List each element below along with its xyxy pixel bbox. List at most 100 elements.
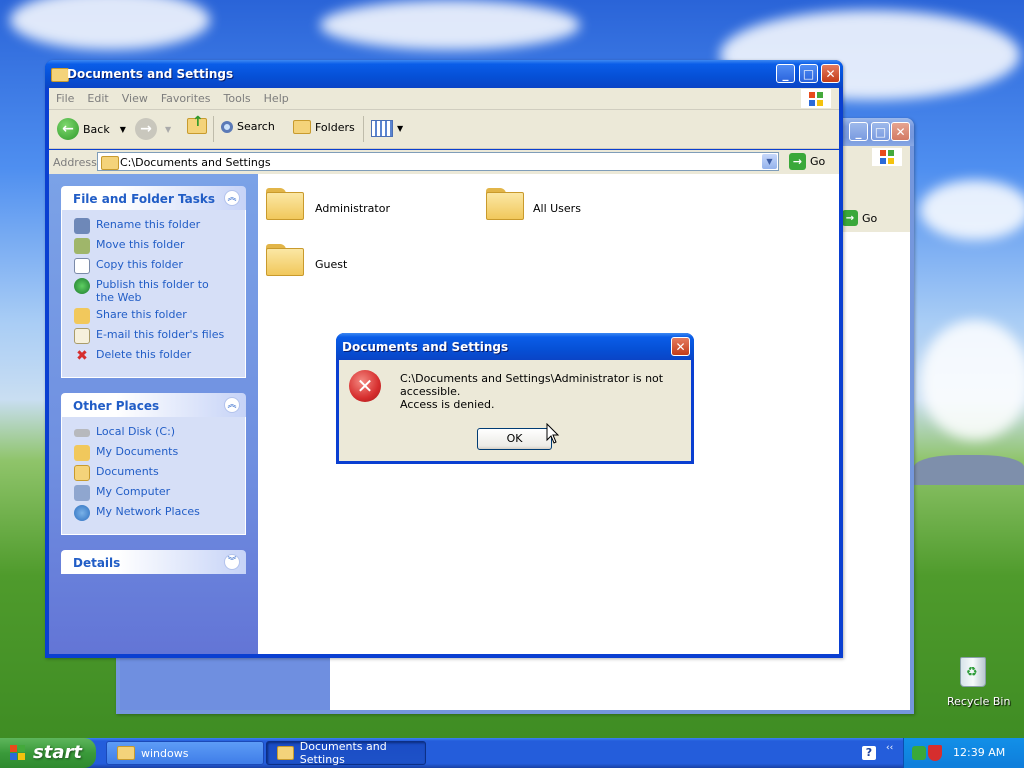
menu-tools[interactable]: Tools (217, 88, 257, 105)
expand-chevron-icon[interactable]: ︾ (224, 554, 240, 570)
start-button[interactable]: start (0, 738, 96, 768)
place-local-disk[interactable]: Local Disk (C:) (74, 425, 175, 438)
menu-view[interactable]: View (115, 88, 154, 105)
network-icon (74, 505, 90, 521)
cloud (320, 0, 580, 50)
dialog-titlebar[interactable]: Documents and Settings (336, 333, 694, 360)
address-value: C:\Documents and Settings (120, 156, 271, 169)
back-label: Back (83, 122, 110, 136)
move-icon (74, 238, 90, 254)
close-button[interactable]: ✕ (891, 122, 910, 141)
task-move[interactable]: Move this folder (74, 238, 185, 254)
file-folder-tasks-panel: File and Folder Tasks ︽ Rename this fold… (61, 186, 246, 378)
network-tray-icon[interactable] (912, 746, 926, 760)
mouse-cursor-icon (546, 423, 560, 444)
copy-icon (74, 258, 90, 274)
rename-icon (74, 218, 90, 234)
error-detail: Access is denied. (400, 398, 495, 411)
tray-expand-icon[interactable]: ‹‹ (886, 744, 893, 753)
search-button[interactable]: Search (221, 120, 275, 133)
task-copy[interactable]: Copy this folder (74, 258, 183, 274)
share-icon (74, 308, 90, 324)
help-icon[interactable]: ? (862, 746, 876, 760)
collapse-chevron-icon[interactable]: ︽ (224, 190, 240, 206)
system-tray: 12:39 AM (903, 738, 1024, 768)
place-network[interactable]: My Network Places (74, 505, 200, 521)
address-dropdown-icon[interactable]: ▼ (762, 154, 777, 169)
menu-edit[interactable]: Edit (80, 88, 114, 105)
taskbar-button-documents-and-settings[interactable]: Documents and Settings (266, 740, 426, 766)
delete-x-icon: ✖ (76, 348, 88, 364)
place-documents[interactable]: Documents (74, 465, 159, 481)
windows-logo-icon (801, 89, 831, 108)
folder-item[interactable]: All Users (486, 186, 716, 226)
folder-item[interactable]: Administrator (266, 186, 496, 226)
task-rename[interactable]: Rename this folder (74, 218, 200, 234)
clock[interactable]: 12:39 AM (953, 746, 1005, 759)
error-dialog[interactable]: Documents and Settings ✕ ✕ C:\Documents … (336, 333, 694, 464)
place-my-documents[interactable]: My Documents (74, 445, 178, 461)
security-shield-icon[interactable] (928, 745, 942, 761)
go-button[interactable]: → Go (789, 153, 825, 170)
views-icon (371, 120, 393, 137)
folders-icon (293, 120, 311, 134)
views-button[interactable]: ▼ (371, 120, 403, 137)
menu-favorites[interactable]: Favorites (154, 88, 217, 105)
folder-label: Guest (315, 258, 348, 271)
menu-bar: File Edit View Favorites Tools Help (49, 88, 839, 110)
maximize-button[interactable]: □ (799, 64, 818, 83)
folder-label: Administrator (315, 202, 390, 215)
task-email[interactable]: E-mail this folder's files (74, 328, 224, 344)
details-panel: Details ︾ (61, 550, 246, 574)
menu-help[interactable]: Help (257, 88, 295, 105)
address-field[interactable]: C:\Documents and Settings ▼ (97, 152, 779, 171)
task-delete[interactable]: ✖ Delete this folder (74, 348, 191, 364)
minimize-button[interactable]: _ (849, 122, 868, 141)
panel-header[interactable]: File and Folder Tasks ︽ (61, 186, 246, 210)
go-button[interactable]: → Go (842, 208, 906, 228)
recycle-bin-label: Recycle Bin (947, 695, 1011, 708)
panel-header[interactable]: Details ︾ (61, 550, 246, 574)
dialog-title: Documents and Settings (342, 340, 509, 354)
up-button[interactable]: ↑ (187, 114, 207, 134)
folder-item[interactable]: Guest (266, 242, 496, 282)
close-button[interactable]: ✕ (821, 64, 840, 83)
task-publish[interactable]: Publish this folder to the Web (74, 278, 224, 304)
panel-body: Rename this folder Move this folder Copy… (61, 210, 246, 378)
toolbar-separator (213, 116, 214, 142)
forward-button[interactable]: → ▼ (135, 118, 171, 140)
error-message: C:\Documents and Settings\Administrator … (400, 372, 664, 398)
back-arrow-icon: ← (57, 118, 79, 140)
forward-arrow-icon: → (135, 118, 157, 140)
minimize-button[interactable]: _ (776, 64, 795, 83)
go-label: Go (862, 211, 878, 225)
panel-header[interactable]: Other Places ︽ (61, 393, 246, 417)
distant-hills (914, 455, 1024, 485)
folder-label: All Users (533, 202, 581, 215)
back-button[interactable]: ← Back ▼ (57, 118, 126, 140)
collapse-chevron-icon[interactable]: ︽ (224, 397, 240, 413)
views-dropdown-icon: ▼ (397, 124, 404, 133)
maximize-button[interactable]: □ (871, 122, 890, 141)
search-icon (221, 120, 233, 133)
start-label: start (33, 742, 82, 763)
panel-title: Other Places (73, 399, 160, 413)
menu-file[interactable]: File (49, 88, 80, 105)
go-arrow-icon: → (789, 153, 806, 170)
forward-dropdown-icon: ▼ (165, 124, 172, 134)
ok-button[interactable]: OK (477, 428, 552, 450)
globe-icon (74, 278, 90, 294)
recycle-bin[interactable]: ♻ Recycle Bin (944, 655, 1010, 711)
up-arrow-icon: ↑ (192, 114, 204, 130)
back-dropdown-icon[interactable]: ▼ (120, 125, 126, 134)
error-icon: ✕ (349, 370, 381, 402)
place-my-computer[interactable]: My Computer (74, 485, 170, 501)
folders-button[interactable]: Folders (293, 120, 355, 134)
task-share[interactable]: Share this folder (74, 308, 187, 324)
folder-icon (117, 746, 135, 760)
close-button[interactable]: ✕ (671, 337, 690, 356)
go-label: Go (810, 155, 826, 168)
explorer-titlebar[interactable]: Documents and Settings (45, 60, 843, 88)
toolbar: ← Back ▼ → ▼ ↑ Search Folders ▼ (49, 110, 839, 149)
taskbar-button-windows[interactable]: windows (106, 741, 264, 765)
